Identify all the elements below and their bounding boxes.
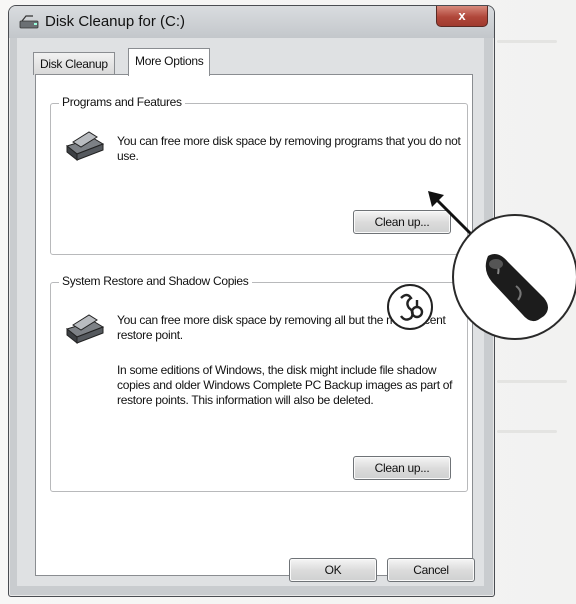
restore-clean-up-button[interactable]: Clean up...	[353, 456, 451, 480]
programs-group-legend: Programs and Features	[59, 95, 185, 109]
background-line	[497, 380, 567, 383]
background-line	[497, 40, 557, 43]
disk-cleanup-title-icon	[19, 15, 39, 29]
programs-and-features-group: Programs and Features You can free more …	[50, 95, 468, 255]
restore-icon	[65, 314, 105, 345]
restore-note: In some editions of Windows, the disk mi…	[117, 363, 453, 407]
cancel-button[interactable]: Cancel	[387, 558, 475, 582]
window-title: Disk Cleanup for (C:)	[45, 13, 186, 30]
tab-disk-cleanup[interactable]: Disk Cleanup	[33, 52, 115, 75]
keyboard-shortcut-icon	[387, 284, 433, 330]
close-button[interactable]: x	[436, 6, 488, 27]
programs-description: You can free more disk space by removing…	[117, 134, 461, 163]
programs-icon	[65, 131, 105, 162]
hand-click-icon	[485, 254, 548, 322]
restore-group-legend: System Restore and Shadow Copies	[59, 274, 252, 288]
title-bar[interactable]: Disk Cleanup for (C:) x	[9, 6, 494, 38]
ok-button[interactable]: OK	[289, 558, 377, 582]
close-icon: x	[458, 8, 466, 23]
hand-click-callout	[452, 214, 576, 340]
background-line	[497, 430, 557, 433]
tab-more-options[interactable]: More Options	[128, 48, 211, 76]
